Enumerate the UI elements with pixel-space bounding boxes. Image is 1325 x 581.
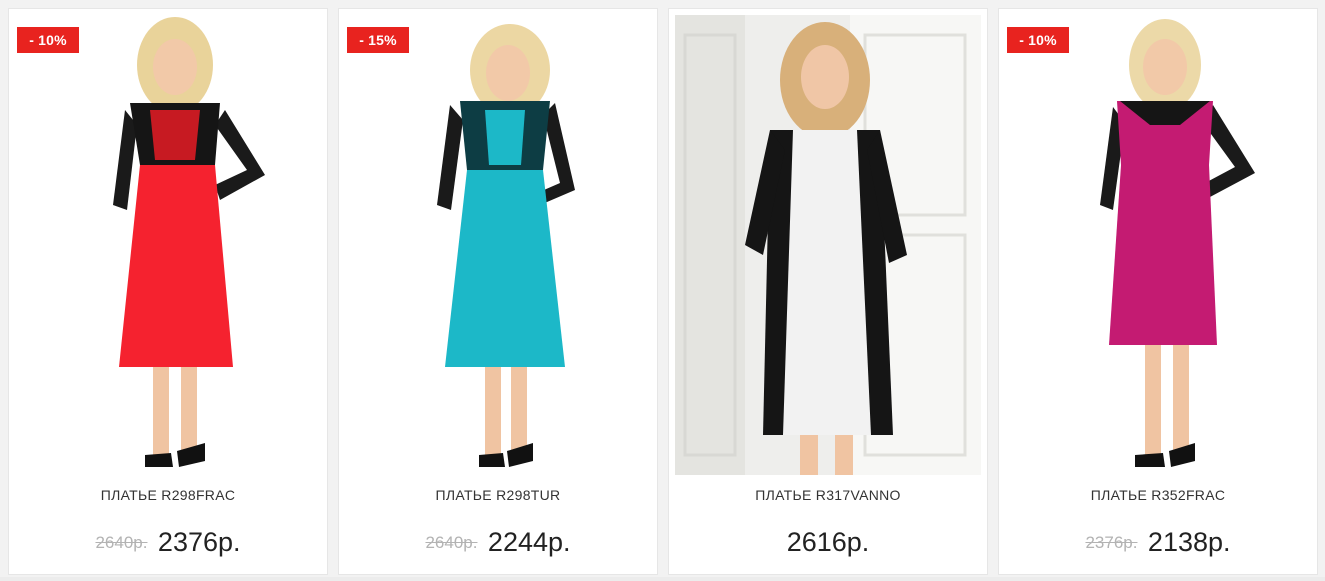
- price-block: 2640р. 2376р.: [9, 527, 327, 558]
- discount-badge: - 10%: [1007, 27, 1069, 53]
- product-title[interactable]: ПЛАТЬЕ R317VANNO: [669, 487, 987, 503]
- discount-badge: - 10%: [17, 27, 79, 53]
- product-title[interactable]: ПЛАТЬЕ R298TUR: [339, 487, 657, 503]
- current-price: 2138р.: [1147, 527, 1231, 557]
- price-block: 2640р. 2244р.: [339, 527, 657, 558]
- product-image[interactable]: [1005, 15, 1311, 475]
- product-image[interactable]: [345, 15, 651, 475]
- discount-badge: - 15%: [347, 27, 409, 53]
- current-price: 2376р.: [157, 527, 241, 557]
- dress-white-black-photo: [675, 15, 981, 475]
- old-price: 2640р.: [425, 533, 478, 552]
- product-title[interactable]: ПЛАТЬЕ R298FRAC: [9, 487, 327, 503]
- dress-magenta-skirt: [1109, 165, 1217, 345]
- product-card[interactable]: - 10% ПЛАТЬЕ R298FRAC 2640р. 2376р.: [8, 8, 328, 575]
- product-card[interactable]: ПЛАТЬЕ R317VANNO 2616р.: [668, 8, 988, 575]
- product-image[interactable]: [675, 15, 981, 475]
- price-block: 2616р.: [669, 527, 987, 558]
- old-price: 2376р.: [1085, 533, 1138, 552]
- dress-red-photo: [15, 15, 321, 475]
- product-image[interactable]: [15, 15, 321, 475]
- current-price: 2244р.: [487, 527, 571, 557]
- dress-turquoise-photo: [345, 15, 651, 475]
- product-card[interactable]: - 10% ПЛАТЬЕ R352FRAC 2376р. 2138р.: [998, 8, 1318, 575]
- old-price: 2640р.: [95, 533, 148, 552]
- product-card[interactable]: - 15% ПЛАТЬЕ R298TUR 2640р. 2244р.: [338, 8, 658, 575]
- price-block: 2376р. 2138р.: [999, 527, 1317, 558]
- current-price: 2616р.: [786, 527, 870, 557]
- product-title[interactable]: ПЛАТЬЕ R352FRAC: [999, 487, 1317, 503]
- product-grid: - 10% ПЛАТЬЕ R298FRAC 2640р. 2376р. - 15…: [0, 0, 1325, 581]
- dress-magenta-photo: [1005, 15, 1311, 475]
- grid-bottom-edge: [0, 577, 1325, 581]
